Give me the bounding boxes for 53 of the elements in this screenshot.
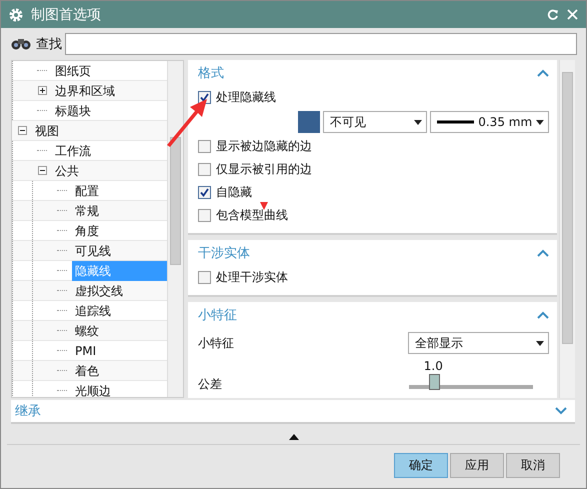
tree-item[interactable]: PMI	[72, 340, 167, 360]
line-width-dropdown[interactable]: 0.35 mm	[430, 111, 549, 133]
window-title: 制图首选项	[31, 6, 102, 24]
section-title[interactable]: 小特征	[198, 306, 237, 324]
dialog-button[interactable]: 确定	[394, 453, 448, 478]
line-font-dropdown[interactable]: 不可见	[323, 111, 427, 133]
tree-item[interactable]: 工作流	[52, 140, 167, 160]
checkbox[interactable]	[198, 163, 211, 176]
expand-icon[interactable]	[288, 434, 298, 440]
dialog-button[interactable]: 取消	[506, 453, 560, 478]
checkbox[interactable]	[198, 271, 211, 284]
field-label: 小特征	[198, 334, 234, 352]
tree-item[interactable]: 标题块	[52, 100, 167, 120]
checkbox-label: 仅显示被引用的边	[216, 161, 312, 178]
dropdown-arrow-icon	[414, 120, 422, 124]
checkbox-label: 包含模型曲线	[216, 207, 288, 224]
dropdown-arrow-icon	[536, 340, 544, 346]
checkbox[interactable]	[198, 140, 211, 153]
annotation-arrow	[165, 97, 209, 147]
section-title[interactable]: 继承	[15, 402, 41, 420]
slider-value: 1.0	[424, 358, 443, 374]
tree-item[interactable]: 追踪线	[72, 300, 167, 320]
checkbox-label: 显示被边隐藏的边	[216, 138, 312, 155]
color-swatch[interactable]	[298, 111, 320, 133]
tree-item[interactable]: 配置	[72, 180, 167, 200]
section-title[interactable]: 格式	[198, 64, 224, 82]
collapse-icon[interactable]	[38, 166, 46, 175]
checkbox-label: 处理隐藏线	[216, 89, 276, 106]
checkbox[interactable]	[198, 186, 211, 199]
collapse-icon[interactable]	[18, 126, 26, 135]
close-icon[interactable]	[567, 9, 578, 20]
scrollbar[interactable]	[167, 61, 183, 397]
field-label: 公差	[198, 376, 222, 393]
checkbox[interactable]	[198, 209, 211, 222]
search-label: 查找	[36, 36, 62, 53]
checkbox-label: 自隐藏	[216, 184, 252, 201]
annotation-mark	[260, 202, 268, 210]
expand-icon[interactable]	[38, 86, 46, 95]
tree-item[interactable]: 角度	[72, 220, 167, 240]
scrollbar[interactable]	[559, 60, 575, 398]
search-field[interactable]	[65, 33, 577, 55]
checkbox-label: 处理干涉实体	[216, 269, 288, 286]
gear-icon	[9, 8, 23, 22]
line-sample-icon	[437, 120, 474, 124]
slider-thumb[interactable]	[428, 374, 440, 390]
dialog-button[interactable]: 应用	[450, 453, 504, 478]
section-title[interactable]: 干涉实体	[198, 244, 250, 262]
reset-icon[interactable]	[547, 8, 559, 20]
tree-item[interactable]: 图纸页	[52, 61, 167, 80]
tree-item[interactable]: 光顺边	[72, 380, 167, 397]
dropdown[interactable]: 全部显示	[408, 332, 549, 354]
dropdown-arrow-icon	[536, 120, 544, 124]
binoculars-icon	[11, 37, 33, 51]
